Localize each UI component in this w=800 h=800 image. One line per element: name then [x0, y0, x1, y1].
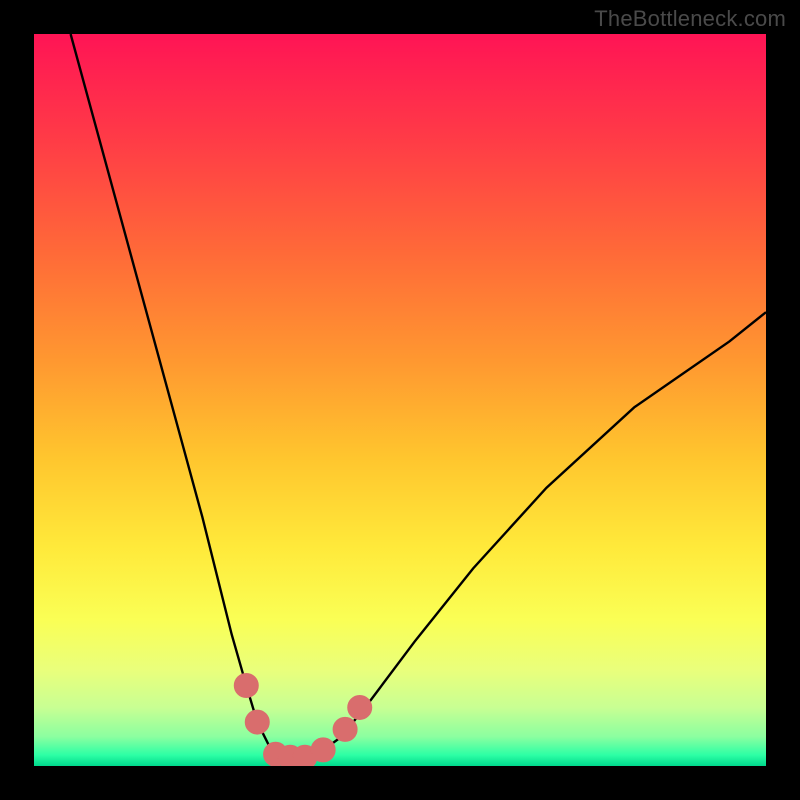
- data-marker: [333, 717, 357, 741]
- data-marker: [348, 695, 372, 719]
- chart-frame: TheBottleneck.com: [0, 0, 800, 800]
- data-marker: [311, 738, 335, 762]
- plot-area: [34, 34, 766, 766]
- data-marker: [245, 710, 269, 734]
- data-marker: [234, 673, 258, 697]
- gradient-background: [34, 34, 766, 766]
- watermark-text: TheBottleneck.com: [594, 6, 786, 32]
- chart-svg: [34, 34, 766, 766]
